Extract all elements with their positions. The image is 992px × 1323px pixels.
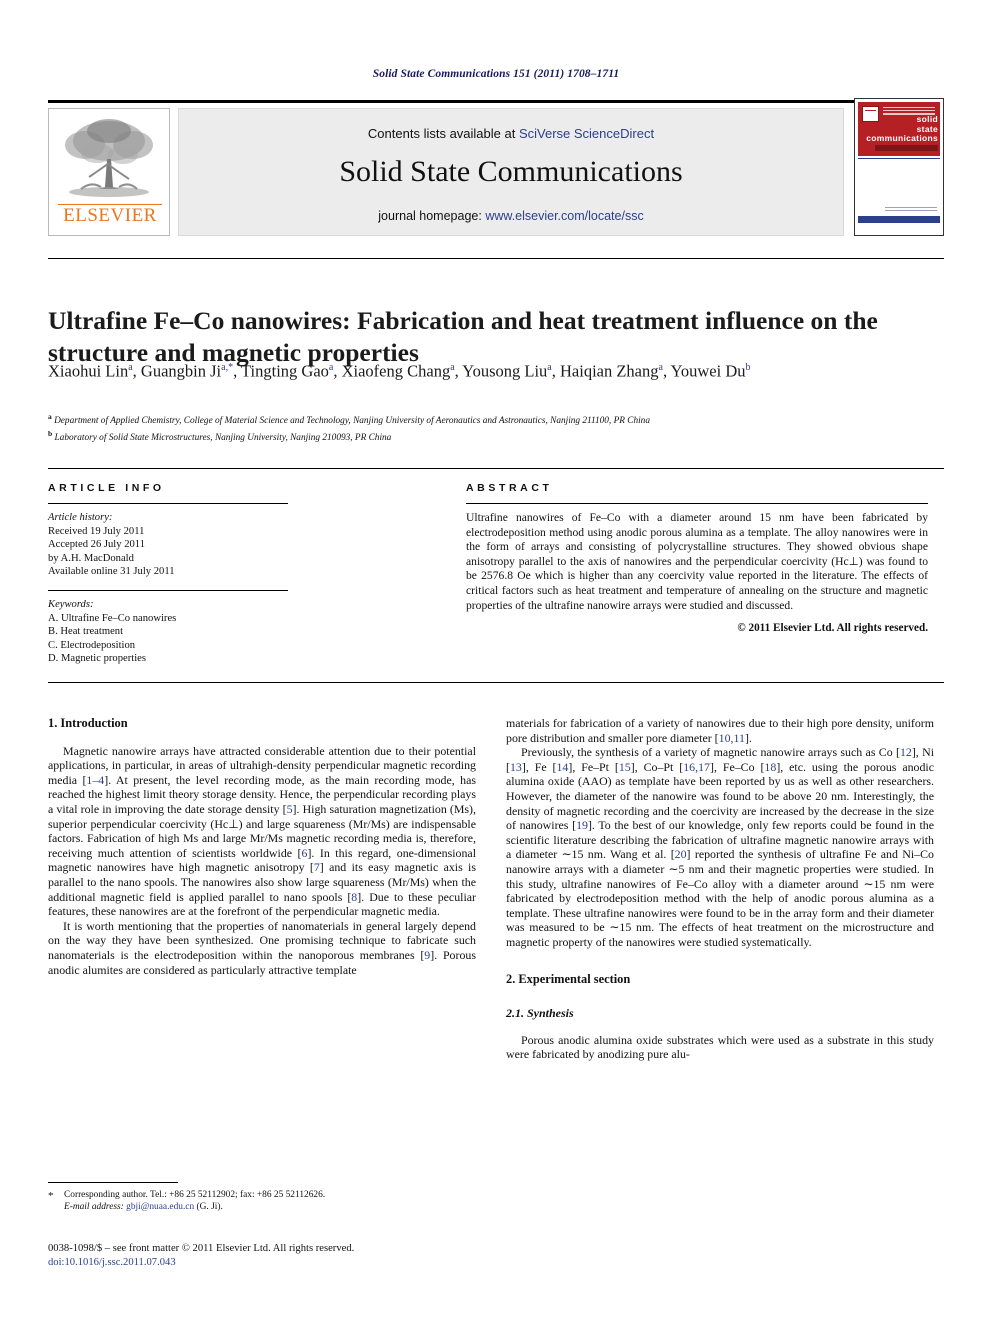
sciencedirect-link[interactable]: SciVerse ScienceDirect — [519, 126, 654, 141]
info-abstract-bottom-rule — [48, 682, 944, 683]
intro-paragraph-2-continued: materials for fabrication of a variety o… — [506, 716, 934, 745]
received-date: Received 19 July 2011 — [48, 525, 145, 537]
affiliation-a-text: Department of Applied Chemistry, College… — [54, 416, 650, 427]
abstract-column: ABSTRACT Ultrafine nanowires of Fe–Co wi… — [466, 482, 928, 634]
article-info-heading: ARTICLE INFO — [48, 482, 165, 494]
available-online-date: Available online 31 July 2011 — [48, 566, 175, 578]
front-matter-line: 0038-1098/$ – see front matter © 2011 El… — [48, 1243, 355, 1254]
masthead-top-rule — [48, 100, 881, 103]
section-heading-introduction: 1. Introduction — [48, 716, 128, 730]
footnote-separator-rule — [48, 1182, 178, 1183]
intro-paragraph-2: It is worth mentioning that the properti… — [48, 918, 476, 977]
info-abstract-top-rule — [48, 468, 944, 469]
article-info-column: ARTICLE INFO Article history: Received 1… — [48, 482, 288, 666]
elsevier-logo: ELSEVIER — [48, 108, 170, 236]
keywords-separator — [48, 589, 288, 591]
footnote-body: Corresponding author. Tel.: +86 25 52112… — [64, 1189, 476, 1214]
affiliation-list: a Department of Applied Chemistry, Colle… — [48, 411, 928, 444]
contents-available-line: Contents lists available at SciVerse Sci… — [179, 126, 843, 141]
abstract-text: Ultrafine nanowires of Fe–Co with a diam… — [466, 511, 928, 612]
synthesis-paragraph-1: Porous anodic alumina oxide substrates w… — [506, 1032, 934, 1062]
article-info-underline — [48, 503, 288, 504]
affiliation-a: a Department of Applied Chemistry, Colle… — [48, 412, 650, 427]
keyword-item: B. Heat treatment — [48, 626, 124, 638]
cover-title-line-3: communications — [866, 133, 938, 143]
intro-paragraph-3: Previously, the synthesis of a variety o… — [506, 745, 935, 949]
corresponding-author-text: Corresponding author. Tel.: +86 25 52112… — [64, 1190, 326, 1200]
body-column-left: 1. Introduction Magnetic nanowire arrays… — [48, 716, 476, 977]
subsection-heading-synthesis: 2.1. Synthesis — [506, 1006, 574, 1021]
journal-banner: Contents lists available at SciVerse Sci… — [178, 108, 844, 236]
keyword-item: D. Magnetic properties — [48, 653, 146, 665]
keywords-block: Keywords: A. Ultrafine Fe–Co nanowires B… — [48, 598, 288, 666]
email-link[interactable]: gbji@nuaa.edu.cn — [126, 1202, 194, 1212]
cover-bottom-lines — [885, 206, 937, 213]
homepage-link[interactable]: www.elsevier.com/locate/ssc — [485, 209, 643, 223]
journal-masthead: ELSEVIER Contents lists available at Sci… — [48, 98, 944, 240]
journal-homepage-line: journal homepage: www.elsevier.com/locat… — [179, 209, 843, 223]
affiliation-b: b Laboratory of Solid State Microstructu… — [48, 428, 392, 443]
article-history-label: Article history: — [48, 512, 113, 523]
paper-page: Solid State Communications 151 (2011) 17… — [0, 0, 992, 1323]
abstract-copyright: © 2011 Elsevier Ltd. All rights reserved… — [737, 622, 928, 635]
journal-cover-thumbnail: solid state communications — [854, 98, 944, 236]
page-footer: 0038-1098/$ – see front matter © 2011 El… — [48, 1242, 528, 1270]
elsevier-wordmark: ELSEVIER — [63, 205, 157, 226]
corresponding-author-footnote: * Corresponding author. Tel.: +86 25 521… — [48, 1189, 476, 1214]
title-separator-rule — [48, 258, 944, 259]
footnote-marker: * — [48, 1190, 54, 1202]
handling-editor: by A.H. MacDonald — [48, 552, 134, 564]
homepage-label: journal homepage: — [378, 209, 486, 223]
cover-body — [858, 158, 940, 211]
journal-title: Solid State Communications — [339, 155, 683, 188]
abstract-heading: ABSTRACT — [466, 482, 553, 494]
keywords-label: Keywords: — [48, 598, 94, 610]
author-list: Xiaohui Lina, Guangbin Jia,*, Tingting G… — [48, 361, 751, 381]
contents-available-text: Contents lists available at — [367, 126, 519, 141]
keyword-item: A. Ultrafine Fe–Co nanowires — [48, 612, 177, 624]
cover-subtitle-bar — [875, 145, 938, 151]
running-head: Solid State Communications 151 (2011) 17… — [372, 68, 620, 80]
intro-paragraph-1: Magnetic nanowire arrays have attracted … — [48, 743, 477, 919]
doi-link[interactable]: doi:10.1016/j.ssc.2011.07.043 — [48, 1256, 528, 1270]
accepted-date: Accepted 26 July 2011 — [48, 539, 145, 551]
article-history-block: Article history: Received 19 July 2011 A… — [48, 511, 288, 579]
cover-footer — [858, 224, 940, 232]
body-column-right: materials for fabrication of a variety o… — [506, 716, 934, 1062]
cover-title: solid state communications — [862, 114, 938, 144]
email-suffix: (G. Ji). — [196, 1202, 223, 1213]
email-label: E-mail address: — [64, 1202, 124, 1213]
email-line: E-mail address: gbji@nuaa.edu.cn (G. Ji)… — [64, 1201, 476, 1213]
abstract-underline — [466, 503, 928, 504]
keyword-item: C. Electrodeposition — [48, 639, 136, 651]
cover-blue-bar — [858, 216, 940, 223]
section-heading-experimental: 2. Experimental section — [506, 971, 631, 986]
elsevier-tree-icon — [65, 119, 153, 197]
affiliation-b-text: Laboratory of Solid State Microstructure… — [54, 432, 392, 443]
